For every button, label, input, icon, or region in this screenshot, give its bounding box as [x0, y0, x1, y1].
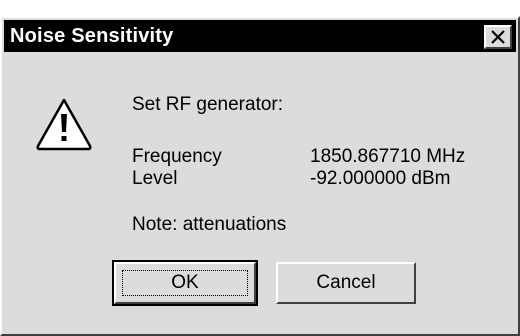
noise-sensitivity-dialog: Noise Sensitivity Set RF generator: Freq…	[0, 16, 520, 336]
cancel-button[interactable]: Cancel	[276, 262, 416, 304]
cancel-button-label: Cancel	[316, 272, 376, 293]
dialog-title: Noise Sensitivity	[10, 25, 174, 47]
warning-icon	[36, 98, 92, 151]
close-icon	[491, 30, 505, 44]
ok-button-label: OK	[171, 272, 199, 293]
note-text: Note: attenuations	[132, 214, 287, 235]
level-value: -92.000000 dBm	[310, 168, 451, 189]
message-heading: Set RF generator:	[132, 94, 284, 115]
frequency-label: Frequency	[132, 146, 222, 167]
close-button[interactable]	[484, 25, 512, 49]
ok-button[interactable]: OK	[112, 260, 258, 306]
level-label: Level	[132, 168, 178, 189]
title-bar[interactable]: Noise Sensitivity	[4, 20, 516, 52]
frequency-value: 1850.867710 MHz	[310, 146, 466, 167]
